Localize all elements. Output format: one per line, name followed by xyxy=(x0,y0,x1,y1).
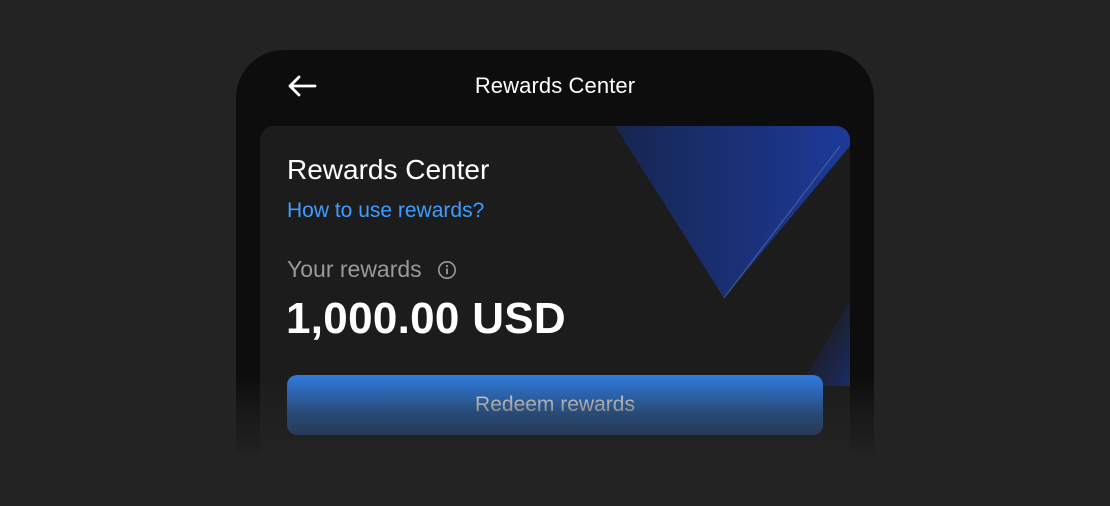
how-to-use-rewards-link[interactable]: How to use rewards? xyxy=(287,199,484,223)
phone-screen: Rewards Center Rewards Center How to use… xyxy=(236,50,874,470)
background-bottom xyxy=(0,452,1110,506)
card-title: Rewards Center xyxy=(287,154,490,185)
rewards-label-row: Your rewards xyxy=(287,256,457,283)
redeem-rewards-button[interactable]: Redeem rewards xyxy=(287,375,823,435)
rewards-label: Your rewards xyxy=(287,256,422,282)
info-circle-icon[interactable] xyxy=(437,260,457,280)
rewards-card: Rewards Center How to use rewards? Your … xyxy=(260,126,850,466)
page-title: Rewards Center xyxy=(474,73,636,98)
nav-bar: Rewards Center xyxy=(236,50,874,124)
rewards-amount: 1,000.00 USD xyxy=(286,294,566,343)
